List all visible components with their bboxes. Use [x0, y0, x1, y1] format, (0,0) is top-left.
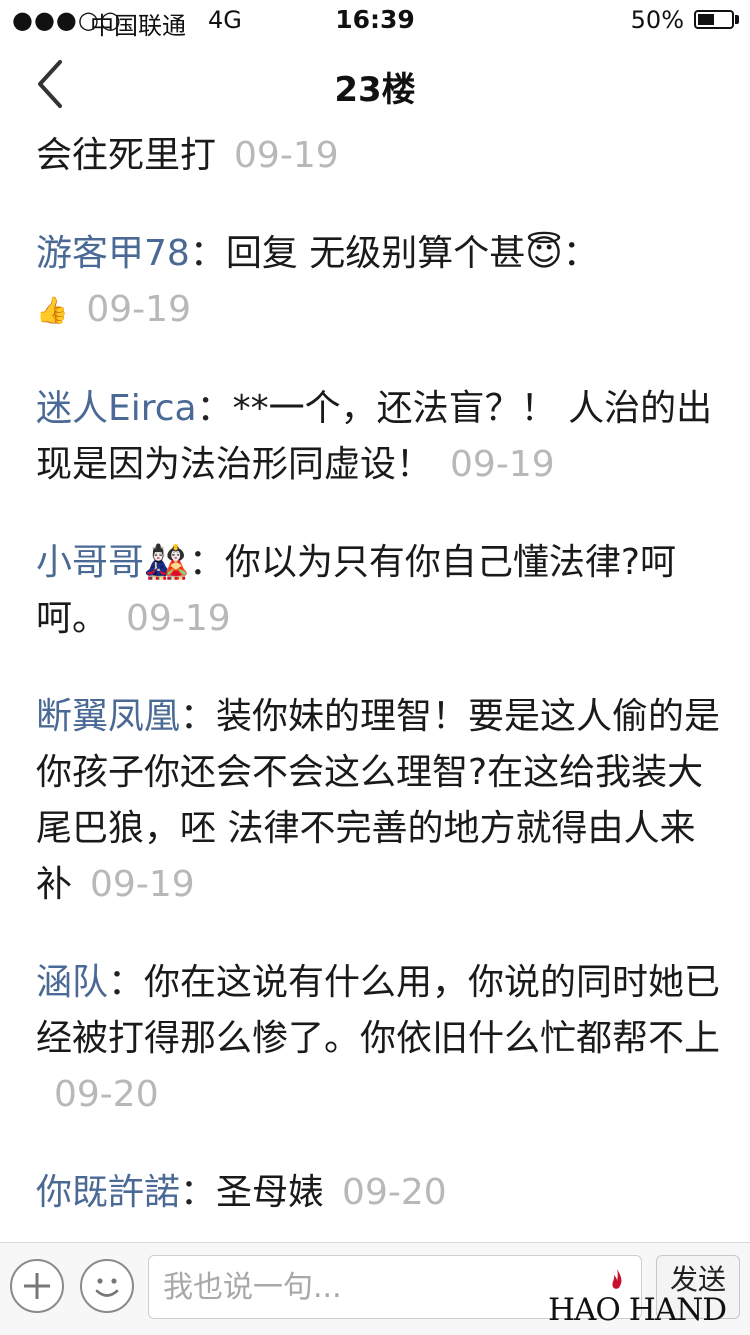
colon-separator: ：	[196, 388, 233, 429]
thumbs-up-icon: 👍	[36, 296, 69, 326]
comment-text: 回复 无级别算个甚😇：	[225, 233, 599, 274]
comment-item: 迷人Eirca：**一个，还法盲？！ 人治的出现是因为法治形同虚设！ 09-19	[36, 381, 726, 493]
status-bar: ●●●○○ 中国联通 4G 16:39 50%	[0, 0, 750, 40]
comment-date: 09-19	[126, 598, 231, 639]
watermark-text: HAO HAND	[548, 1292, 727, 1328]
colon-separator: ：	[180, 696, 217, 737]
comment-username[interactable]: 游客甲78	[36, 233, 190, 274]
comment-date: 09-19	[86, 289, 191, 330]
comment-list: 会往死里打 09-19 游客甲78：回复 无级别算个甚😇： 👍 09-19 迷人Ei…	[36, 128, 726, 1263]
comment-date: 09-19	[234, 135, 339, 176]
comment-date: 09-20	[342, 1172, 447, 1213]
colon-separator: ：	[188, 542, 225, 583]
comment-text: 会往死里打	[36, 135, 217, 176]
comment-username[interactable]: 涵队	[36, 962, 108, 1003]
comment-date: 09-19	[450, 444, 555, 485]
colon-separator: ：	[189, 233, 226, 274]
comment-date: 09-20	[54, 1074, 159, 1115]
comment-date: 09-19	[90, 864, 195, 905]
colon-separator: ：	[108, 962, 145, 1003]
smiley-icon	[95, 1278, 119, 1297]
comment-item: 会往死里打 09-19	[36, 128, 726, 184]
watermark-logo: HAO HAND	[548, 1269, 748, 1332]
comment-item: 你既許諾：圣母婊 09-20	[36, 1165, 726, 1221]
comment-item: 涵队：你在这说有什么用，你说的同时她已经被打得那么惨了。你依旧什么忙都帮不上09…	[36, 955, 726, 1123]
battery-icon	[694, 10, 734, 29]
comment-item: 断翼凤凰：装你妹的理智！要是这人偷的是你孩子你还会不会这么理智?在这给我装大尾巴…	[36, 689, 726, 913]
battery-tip	[735, 15, 739, 24]
comment-username[interactable]: 小哥哥🎎	[36, 542, 189, 583]
comment-item: 游客甲78：回复 无级别算个甚😇： 👍 09-19	[36, 226, 726, 339]
emoji-button[interactable]	[80, 1259, 134, 1313]
page-title: 23楼	[334, 70, 416, 110]
battery-percent: 50%	[630, 6, 684, 34]
comment-username[interactable]: 断翼凤凰	[36, 696, 180, 737]
comment-item: 小哥哥🎎：你以为只有你自己懂法律?呵呵。 09-19	[36, 535, 726, 647]
plus-icon	[24, 1273, 50, 1299]
flame-icon	[612, 1269, 622, 1289]
comment-username[interactable]: 你既許諾	[36, 1172, 180, 1213]
comment-text: 圣母婊	[216, 1172, 325, 1213]
add-button[interactable]	[10, 1259, 64, 1313]
colon-separator: ：	[180, 1172, 217, 1213]
navigation-bar: 23楼	[0, 40, 750, 128]
comment-username[interactable]: 迷人Eirca	[36, 388, 197, 429]
